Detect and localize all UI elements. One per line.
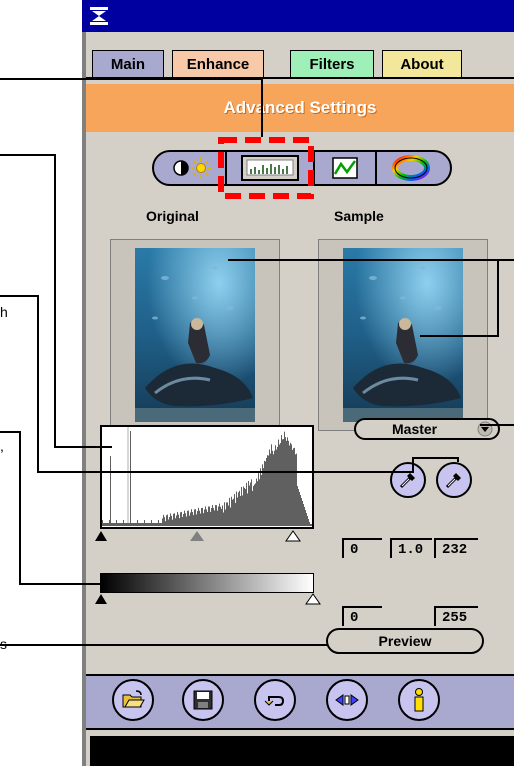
callout-text-comma: , [0, 438, 4, 454]
callout-lines [0, 78, 514, 646]
callout-text-s: s [0, 636, 7, 652]
callout-text-h: h [0, 304, 8, 320]
